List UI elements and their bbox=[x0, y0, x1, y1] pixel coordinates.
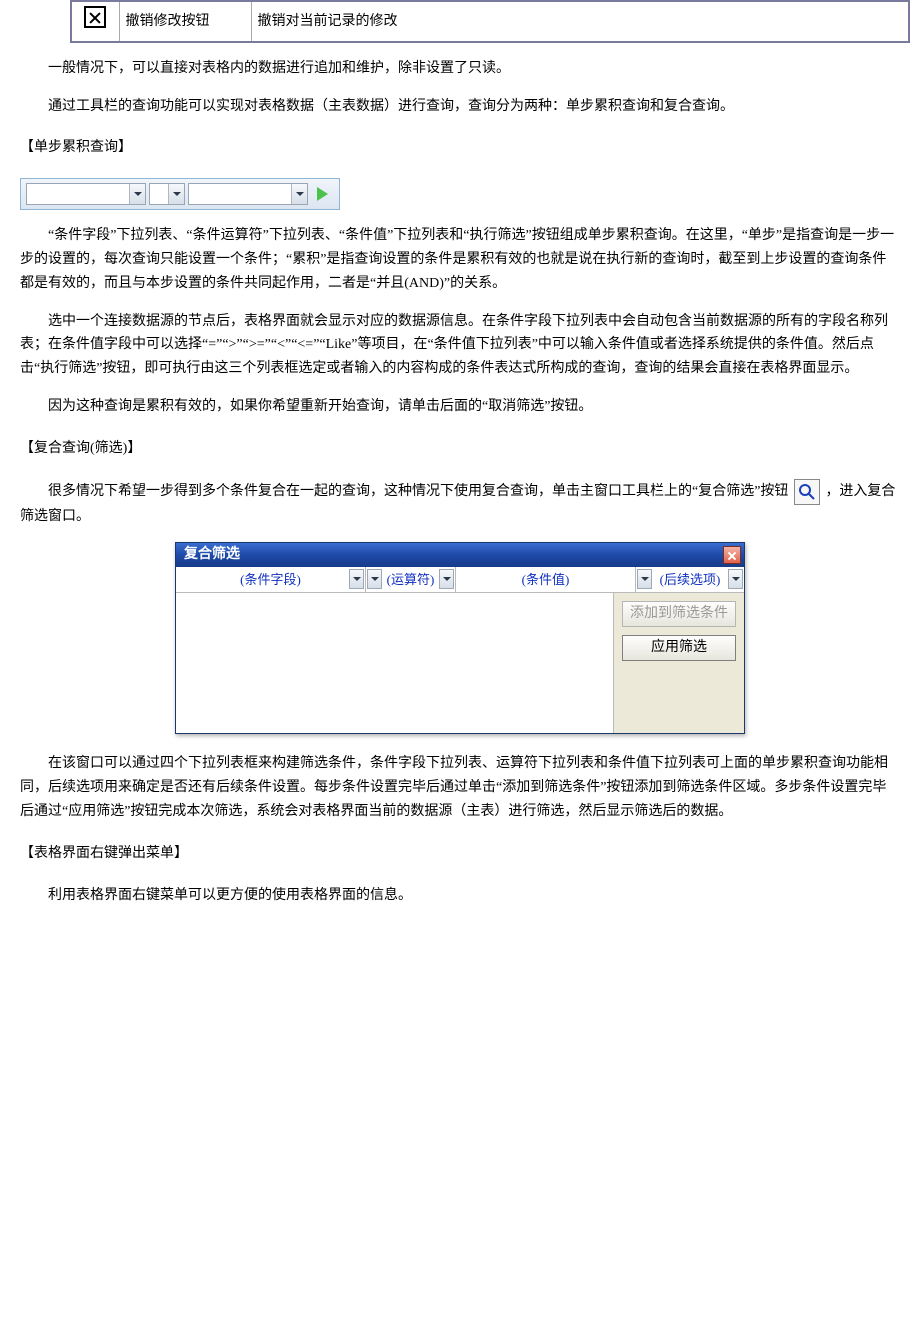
paragraph-intro-1: 一般情况下，可以直接对表格内的数据进行追加和维护，除非设置了只读。 bbox=[20, 57, 900, 81]
value-dropdown-label: (条件值) bbox=[522, 569, 570, 591]
chevron-down-icon bbox=[129, 184, 145, 204]
section-single-step-query: 【单步累积查询】 bbox=[20, 136, 900, 160]
cancel-icon bbox=[84, 6, 106, 28]
condition-value-dropdown[interactable] bbox=[188, 183, 308, 205]
execute-filter-button[interactable] bbox=[311, 183, 333, 205]
add-to-filter-button[interactable]: 添加到筛选条件 bbox=[622, 601, 736, 627]
magnifier-icon bbox=[798, 483, 816, 501]
close-button[interactable] bbox=[723, 546, 741, 564]
filter-conditions-area bbox=[176, 593, 614, 733]
next-option-dropdown[interactable]: (后续选项) bbox=[636, 567, 744, 592]
paragraph-composite-explain: 在该窗口可以通过四个下拉列表框来构建筛选条件，条件字段下拉列表、运算符下拉列表和… bbox=[20, 752, 900, 823]
window-title: 复合筛选 bbox=[184, 543, 240, 567]
paragraph-singlestep-1: “条件字段”下拉列表、“条件运算符”下拉列表、“条件值”下拉列表和“执行筛选”按… bbox=[20, 224, 900, 295]
composite-filter-toolbar-button[interactable] bbox=[794, 479, 820, 505]
paragraph-singlestep-2: 选中一个连接数据源的节点后，表格界面就会显示对应的数据源信息。在条件字段下拉列表… bbox=[20, 310, 900, 381]
filter-header-row: (条件字段) (运算符) (条件值) (后续选项) bbox=[176, 567, 744, 593]
single-step-query-toolbar bbox=[20, 178, 340, 210]
composite-filter-window: 复合筛选 (条件字段) (运算符) (条件值) (后续选项) bbox=[175, 542, 745, 734]
field-dropdown-label: (条件字段) bbox=[240, 569, 301, 591]
button-name-cell: 撤销修改按钮 bbox=[119, 1, 251, 42]
window-title-bar: 复合筛选 bbox=[176, 543, 744, 567]
field-dropdown[interactable]: (条件字段) bbox=[176, 567, 366, 592]
next-option-label: (后续选项) bbox=[660, 569, 721, 591]
paragraph-composite-intro: 很多情况下希望一步得到多个条件复合在一起的查询，这种情况下使用复合查询，单击主窗… bbox=[20, 479, 900, 529]
operator-dropdown-label: (运算符) bbox=[387, 569, 435, 591]
value-dropdown[interactable]: (条件值) bbox=[456, 567, 636, 592]
condition-field-dropdown[interactable] bbox=[26, 183, 146, 205]
chevron-down-icon bbox=[439, 569, 454, 589]
apply-filter-button[interactable]: 应用筛选 bbox=[622, 635, 736, 661]
filter-body: 添加到筛选条件 应用筛选 bbox=[176, 593, 744, 733]
chevron-down-icon bbox=[637, 569, 652, 589]
text-before-icon: 很多情况下希望一步得到多个条件复合在一起的查询，这种情况下使用复合查询，单击主窗… bbox=[48, 484, 788, 499]
chevron-down-icon bbox=[168, 184, 184, 204]
condition-operator-dropdown[interactable] bbox=[149, 183, 185, 205]
operator-dropdown[interactable]: (运算符) bbox=[366, 567, 456, 592]
filter-buttons-panel: 添加到筛选条件 应用筛选 bbox=[614, 593, 744, 733]
button-description-table: 撤销修改按钮 撤销对当前记录的修改 bbox=[70, 0, 910, 43]
chevron-down-icon bbox=[728, 569, 743, 589]
paragraph-singlestep-3: 因为这种查询是累积有效的，如果你希望重新开始查询，请单击后面的“取消筛选”按钮。 bbox=[20, 395, 900, 419]
section-context-menu: 【表格界面右键弹出菜单】 bbox=[20, 842, 900, 866]
chevron-down-icon bbox=[367, 569, 382, 589]
paragraph-context-menu: 利用表格界面右键菜单可以更方便的使用表格界面的信息。 bbox=[20, 884, 900, 908]
section-composite-query: 【复合查询(筛选)】 bbox=[20, 437, 900, 461]
table-row: 撤销修改按钮 撤销对当前记录的修改 bbox=[71, 1, 909, 42]
chevron-down-icon bbox=[349, 569, 364, 589]
paragraph-intro-2: 通过工具栏的查询功能可以实现对表格数据（主表数据）进行查询，查询分为两种：单步累… bbox=[20, 95, 900, 119]
chevron-down-icon bbox=[291, 184, 307, 204]
cancel-icon-cell bbox=[71, 1, 119, 42]
button-description-cell: 撤销对当前记录的修改 bbox=[251, 1, 909, 42]
